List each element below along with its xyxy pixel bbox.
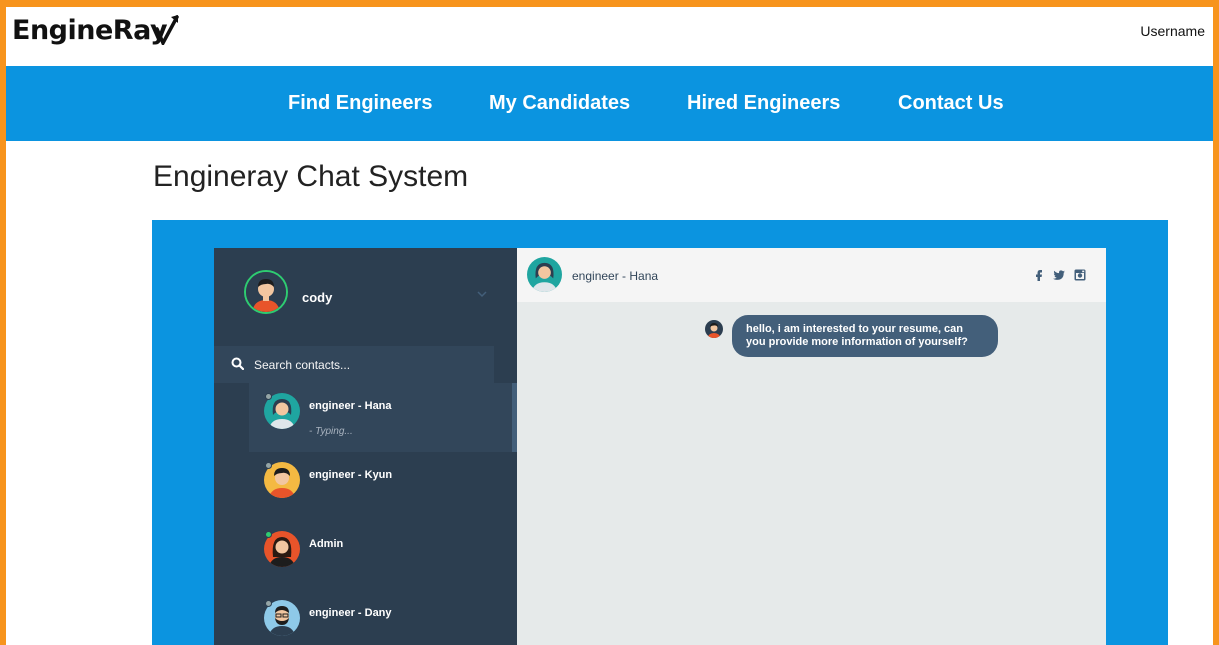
twitter-icon[interactable] <box>1052 268 1066 282</box>
chat-header: engineer - Hana <box>517 248 1106 302</box>
contacts-sidebar: cody engine <box>214 248 517 645</box>
facebook-icon[interactable] <box>1032 268 1046 282</box>
logo-arrow-icon <box>155 15 179 45</box>
search-icon <box>231 357 244 370</box>
contact-preview: - Typing... <box>309 426 353 437</box>
profile-avatar[interactable] <box>244 270 288 314</box>
search-input[interactable] <box>254 353 484 377</box>
contact-name: engineer - Dany <box>309 607 392 619</box>
username-link[interactable]: Username <box>1140 23 1205 39</box>
contact-name: Admin <box>309 538 344 550</box>
status-dot <box>265 393 272 400</box>
status-dot <box>265 462 272 469</box>
contact-item-admin[interactable]: Admin <box>249 521 517 590</box>
chevron-down-icon[interactable] <box>476 288 488 300</box>
nav-find-engineers[interactable]: Find Engineers <box>288 92 432 115</box>
sender-avatar <box>705 320 723 338</box>
nav-hired-engineers[interactable]: Hired Engineers <box>687 92 840 115</box>
chat-panel: engineer - Hana hello, i am interested t… <box>517 248 1106 645</box>
status-dot <box>265 531 272 538</box>
nav-contact-us[interactable]: Contact Us <box>898 92 1004 115</box>
top-bar: EngineRay Username <box>6 7 1213 66</box>
chat-contact-name: engineer - Hana <box>572 269 659 283</box>
logo-text: EngineRay <box>12 15 168 46</box>
message-bubble: hello, i am interested to your resume, c… <box>732 315 998 357</box>
search-bar <box>214 346 494 383</box>
contact-item-hana[interactable]: engineer - Hana - Typing... <box>249 383 517 452</box>
instagram-icon[interactable] <box>1073 268 1087 282</box>
contact-name: engineer - Hana <box>309 400 392 412</box>
contact-list: engineer - Hana - Typing... engineer - K… <box>249 383 517 645</box>
status-dot <box>265 600 272 607</box>
chat-contact-avatar[interactable] <box>527 257 562 292</box>
page-title: Engineray Chat System <box>153 160 469 193</box>
contact-item-kyun[interactable]: engineer - Kyun <box>249 452 517 521</box>
chat-container: cody engine <box>152 220 1168 645</box>
main-nav: Find Engineers My Candidates Hired Engin… <box>6 66 1213 141</box>
nav-my-candidates[interactable]: My Candidates <box>489 92 630 115</box>
profile-name: cody <box>302 290 333 305</box>
contact-name: engineer - Kyun <box>309 469 393 481</box>
contact-item-dany[interactable]: engineer - Dany <box>249 590 517 645</box>
logo[interactable]: EngineRay <box>12 15 179 46</box>
